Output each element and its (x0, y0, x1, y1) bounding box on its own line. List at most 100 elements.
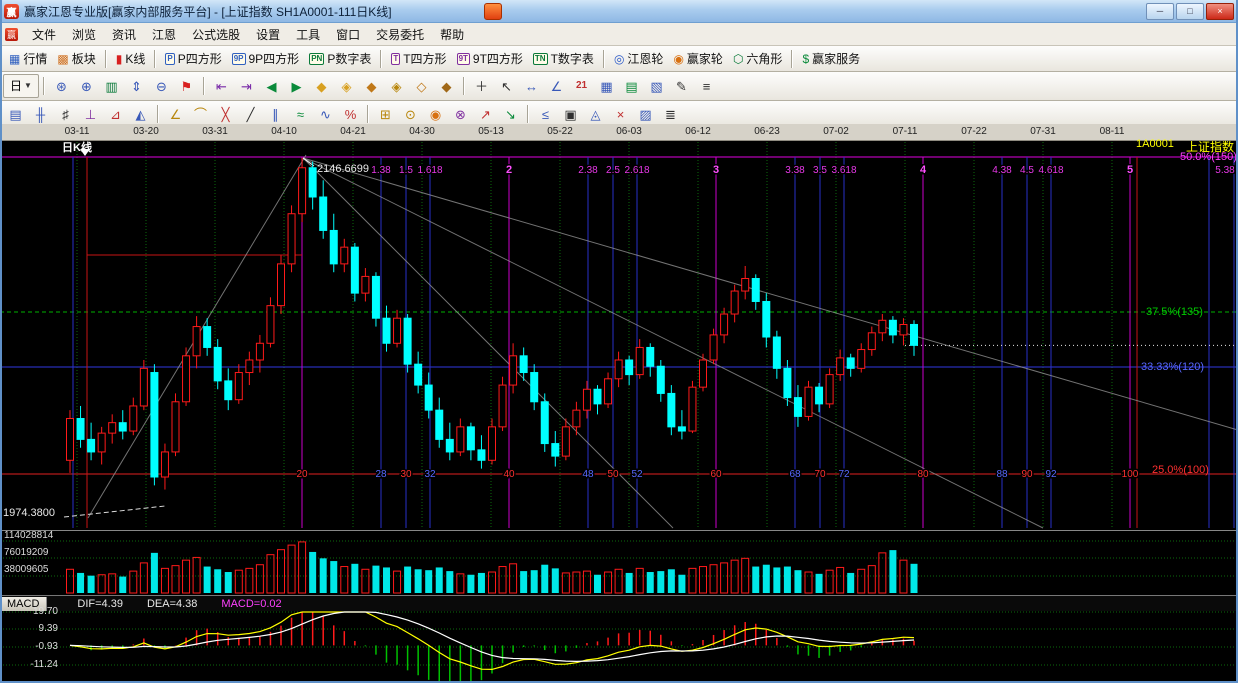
tool-gann-square-tool-6[interactable]: ◆ (434, 74, 459, 98)
macd-canvas[interactable] (0, 610, 1238, 683)
macd-dea-value: DEA=4.38 (146, 597, 198, 610)
draw-hash-grid-tool[interactable]: ♯ (53, 102, 78, 126)
toolbar-separator (463, 77, 465, 95)
draw-gann-circle-tool[interactable]: ⊙ (398, 102, 423, 126)
title-bar[interactable]: 赢 赢家江恩专业版[赢家内部服务平台] - [上证指数 SH1A0001-111… (0, 0, 1238, 23)
gann-box-tool-icon: ⊞ (380, 106, 391, 122)
tool-list-view-tool[interactable]: ≡ (694, 74, 719, 98)
menu-item-tools[interactable]: 工具 (288, 24, 328, 45)
toolbar-button-9p-square[interactable]: 9P 9P四方形 (227, 48, 304, 69)
draw-triangle-dot-tool[interactable]: ◬ (583, 102, 608, 126)
draw-grid-lines-tool[interactable]: ▤ (3, 102, 28, 126)
toolbar-button-gann-wheel[interactable]: ◎ 江恩轮 (609, 48, 669, 69)
draw-arrow-down-tool[interactable]: ↘ (498, 102, 523, 126)
toolbar-button-label: 板块 (71, 52, 96, 66)
volume-canvas[interactable] (0, 530, 1238, 595)
draw-wave-tool[interactable]: ≈ (288, 102, 313, 126)
minimize-button[interactable]: ─ (1146, 2, 1174, 20)
toolbar-button-p-number-table[interactable]: PN P数字表 (304, 48, 376, 69)
tool-zoom-out-tool[interactable]: ⊖ (149, 74, 174, 98)
tool-gann-square-tool-5[interactable]: ◇ (409, 74, 434, 98)
tool-gann-square-tool-3[interactable]: ◆ (359, 74, 384, 98)
menu-item-gann[interactable]: 江恩 (144, 24, 184, 45)
toolbar-button-sectors[interactable]: ▩ 板块 (52, 48, 100, 69)
toolbar-button-winner-service[interactable]: $ 赢家服务 (797, 48, 865, 69)
tool-vertical-scale-tool[interactable]: ⇕ (124, 74, 149, 98)
tool-go-last-button[interactable]: ⇥ (234, 74, 259, 98)
toolbar-button-hexagon[interactable]: ⬡ 六角形 (728, 48, 788, 69)
app-logo-icon[interactable]: 赢 (4, 3, 19, 19)
tool-prev-bar-button[interactable]: ◀ (259, 74, 284, 98)
tool-cross-cursor-tool[interactable]: ＋ (469, 74, 494, 98)
tool-panel-layout-2[interactable]: ▤ (619, 74, 644, 98)
tool-measure-tool[interactable]: ↔ (519, 74, 544, 98)
gann-angle-tool-icon: ∠ (169, 106, 182, 122)
menu-item-formula-stock-picker[interactable]: 公式选股 (184, 24, 248, 45)
draw-right-triangle-tool[interactable]: ⊿ (103, 102, 128, 126)
menu-item-settings[interactable]: 设置 (248, 24, 288, 45)
toolbar-button-9t-square[interactable]: 9T 9T四方形 (452, 48, 528, 69)
draw-shade-box-tool[interactable]: ▨ (633, 102, 658, 126)
draw-delete-drawing-tool[interactable]: × (608, 102, 633, 126)
date-ruler[interactable]: 03-11 03-20 03-31 04-10 04-21 04-30 05-13 05-22… (0, 124, 1238, 141)
tool-zoom-in-tool[interactable]: ⊕ (74, 74, 99, 98)
flag-mark-tool-icon: ⚑ (180, 78, 193, 94)
mdi-child-icon[interactable]: 赢 (5, 27, 18, 41)
draw-cross-lines-tool[interactable]: ╳ (213, 102, 238, 126)
svg-text:4: 4 (920, 164, 927, 176)
toolbar-button-winner-wheel[interactable]: ◉ 赢家轮 (668, 48, 728, 69)
draw-percent-retrace-tool[interactable]: % (338, 102, 363, 126)
toolbar-button-p-square[interactable]: P P四方形 (160, 48, 226, 69)
toolbar-button-label: P四方形 (177, 52, 222, 66)
draw-trend-line-tool[interactable]: ╱ (238, 102, 263, 126)
toolbar-button-label: 9T四方形 (472, 52, 523, 66)
toolbar-button-kline[interactable]: ▮ K线 (111, 48, 151, 69)
draw-parallel-lines-tool[interactable]: ∥ (263, 102, 288, 126)
toolbar-button-quotes[interactable]: ▦ 行情 (4, 48, 52, 69)
main-chart-canvas[interactable]: 1.38 1.5 1.618 2 2.38 2.5 2.618 3 3.38 3.5 3.618 4 4… (0, 140, 1238, 530)
draw-angle-fan-tool[interactable]: ≤ (533, 102, 558, 126)
draw-filled-box-tool[interactable]: ▣ (558, 102, 583, 126)
toolbar-button-t-square[interactable]: T T四方形 (386, 48, 451, 69)
tool-pointer-tool[interactable]: ↖ (494, 74, 519, 98)
cross-lines-tool-icon: ╳ (221, 106, 230, 122)
tool-gann-square-tool-4[interactable]: ◈ (384, 74, 409, 98)
menu-item-news[interactable]: 资讯 (104, 24, 144, 45)
tool-panel-layout-3[interactable]: ▧ (644, 74, 669, 98)
close-button[interactable]: × (1206, 2, 1234, 20)
draw-grid-cross-tool[interactable]: ╫ (28, 102, 53, 126)
menu-item-help[interactable]: 帮助 (432, 24, 472, 45)
draw-time-circle-tool[interactable]: ◉ (423, 102, 448, 126)
toolbar-button-label: 赢家轮 (686, 52, 723, 66)
draw-arc-tool[interactable]: ⌒ (188, 102, 213, 126)
tool-next-bar-button[interactable]: ▶ (284, 74, 309, 98)
draw-cross-circle-tool[interactable]: ⊗ (448, 102, 473, 126)
tool-angle-tool[interactable]: ∠ (544, 74, 569, 98)
menu-item-window[interactable]: 窗口 (328, 24, 368, 45)
tool-web-chart-tool[interactable]: ⊛ (49, 74, 74, 98)
menu-item-browse[interactable]: 浏览 (64, 24, 104, 45)
draw-layers-tool[interactable]: ≣ (658, 102, 683, 126)
draw-arrow-up-tool[interactable]: ↗ (473, 102, 498, 126)
draw-perpendicular-tool[interactable]: ⊥ (78, 102, 103, 126)
tool-kline-pattern-tool[interactable]: ▥ (99, 74, 124, 98)
svg-text:28: 28 (375, 469, 387, 480)
tool-gann-square-tool-2[interactable]: ◈ (334, 74, 359, 98)
maximize-button[interactable]: □ (1176, 2, 1204, 20)
tool-period-selector[interactable]: 日 ▼ (3, 74, 39, 98)
menu-item-trading[interactable]: 交易委托 (368, 24, 432, 45)
draw-gann-angle-tool[interactable]: ∠ (163, 102, 188, 126)
draw-gann-box-tool[interactable]: ⊞ (373, 102, 398, 126)
tool-go-first-button[interactable]: ⇤ (209, 74, 234, 98)
title-promo-icon[interactable] (484, 3, 502, 20)
toolbar-button-t-number-table[interactable]: TN T数字表 (528, 48, 599, 69)
tool-gann-square-tool-1[interactable]: ◆ (309, 74, 334, 98)
tool-panel-layout-1[interactable]: ▦ (594, 74, 619, 98)
draw-cycle-wave-tool[interactable]: ∿ (313, 102, 338, 126)
tool-edit-tool[interactable]: ✎ (669, 74, 694, 98)
menu-item-file[interactable]: 文件 (24, 24, 64, 45)
tool-flag-mark-tool[interactable]: ⚑ (174, 74, 199, 98)
svg-text:48: 48 (582, 469, 594, 480)
draw-triangle-overlay-tool[interactable]: ◭ (128, 102, 153, 126)
tool-calendar-cycle-tool[interactable]: 21 (569, 74, 594, 98)
